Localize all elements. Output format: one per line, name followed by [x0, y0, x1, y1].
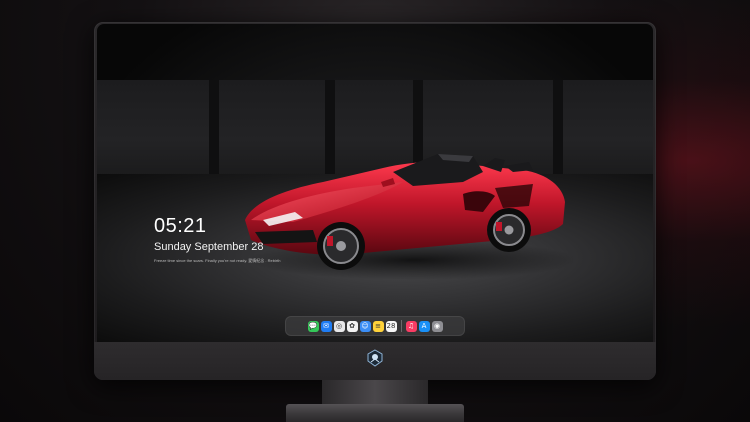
camera-icon[interactable]: ◉ [431, 320, 443, 332]
safari-icon[interactable]: ◎ [333, 320, 345, 332]
mail-icon[interactable]: ✉ [320, 320, 332, 332]
messages-icon[interactable]: 💬 [307, 320, 319, 332]
lock-screen-date: Sunday September 28 [154, 241, 264, 253]
lock-screen-time: 05:21 [154, 215, 207, 237]
desktop-scene: 05:21 Sunday September 28 Freeze time si… [0, 0, 750, 422]
notes-icon[interactable]: ≡ [372, 320, 384, 332]
calendar-icon[interactable]: 28 [385, 320, 397, 332]
monitor-stand-neck [322, 380, 428, 406]
lock-screen-tagline: Freeze time since the scars. Finally you… [154, 258, 281, 263]
monitor: 05:21 Sunday September 28 Freeze time si… [94, 22, 656, 380]
photos-icon[interactable]: ✿ [346, 320, 358, 332]
lock-screen[interactable]: 05:21 Sunday September 28 Freeze time si… [97, 24, 653, 342]
music-icon[interactable]: ♫ [405, 320, 417, 332]
appstore-icon[interactable]: A [418, 320, 430, 332]
monitor-stand-base [286, 404, 464, 422]
dock: 💬 ✉ ◎ ✿ ☺ ≡ 28 ♫ A ◉ [285, 316, 465, 336]
finder-icon[interactable]: ☺ [359, 320, 371, 332]
wallpaper-beam [209, 80, 219, 180]
brand-logo-icon [367, 349, 383, 367]
monitor-chin [94, 342, 656, 380]
wallpaper-car [245, 154, 573, 280]
dock-separator [400, 320, 402, 332]
